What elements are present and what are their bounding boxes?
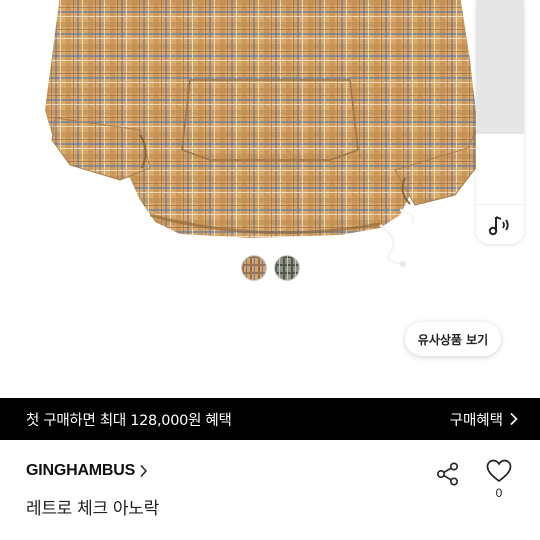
product-image-area[interactable]: 유사상품 보기 bbox=[0, 0, 540, 398]
share-button[interactable] bbox=[432, 458, 464, 490]
share-icon bbox=[436, 462, 459, 486]
brand-name: GINGHAMBUS bbox=[26, 462, 136, 479]
chevron-right-icon bbox=[510, 412, 518, 426]
product-title: 레트로 체크 아노락 bbox=[26, 499, 159, 519]
music-note-sound-icon bbox=[488, 215, 509, 235]
promo-link-label: 구매혜택 bbox=[449, 412, 503, 429]
audio-button[interactable] bbox=[476, 204, 524, 244]
chevron-right-icon bbox=[140, 464, 148, 478]
brand-link[interactable]: GINGHAMBUS bbox=[26, 462, 148, 480]
color-swatch-green[interactable] bbox=[274, 255, 300, 281]
like-count: 0 bbox=[495, 486, 503, 500]
promo-text: 첫 구매하면 최대 128,000원 혜택 bbox=[26, 412, 232, 429]
side-panel bbox=[476, 0, 524, 244]
color-swatch-beige[interactable] bbox=[241, 255, 267, 281]
promo-link[interactable]: 구매혜택 bbox=[450, 409, 518, 430]
similar-products-button[interactable]: 유사상품 보기 bbox=[405, 322, 501, 356]
heart-outline-icon bbox=[486, 459, 512, 483]
color-swatches bbox=[241, 255, 300, 281]
like-button[interactable]: 0 bbox=[482, 458, 516, 508]
product-photo bbox=[45, 0, 479, 267]
promo-banner[interactable]: 첫 구매하면 최대 128,000원 혜택 구매혜택 bbox=[0, 398, 540, 440]
side-panel-scroll[interactable] bbox=[476, 0, 524, 134]
